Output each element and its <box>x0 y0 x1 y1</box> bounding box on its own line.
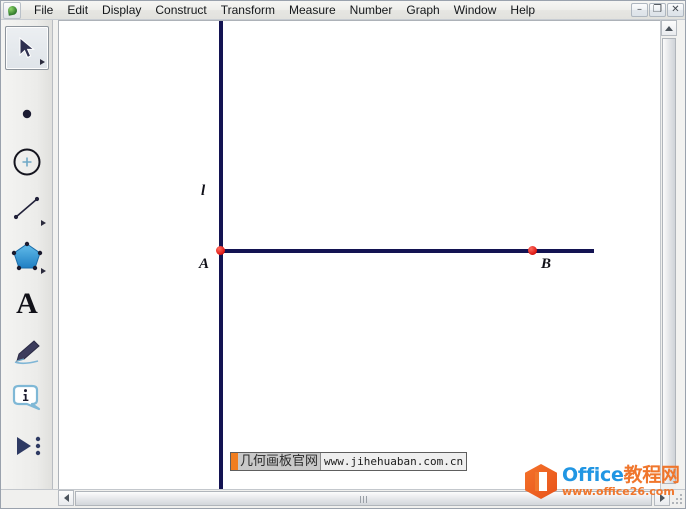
circle-compass-icon <box>5 140 49 184</box>
label-point-a[interactable]: A <box>199 257 209 272</box>
menu-item-measure[interactable]: Measure <box>282 2 343 19</box>
text-a-icon: A <box>5 282 49 326</box>
minimize-button[interactable]: – <box>631 3 648 17</box>
arrow-tool-flyout-icon[interactable] <box>40 59 45 65</box>
watermark-accent-bar <box>231 453 238 470</box>
restore-button[interactable]: ❐ <box>649 3 666 17</box>
window-controls: – ❐ ✕ <box>630 3 684 17</box>
close-icon: ✕ <box>671 4 680 15</box>
close-button[interactable]: ✕ <box>667 3 684 17</box>
minimize-icon: – <box>637 4 642 15</box>
horizontal-scrollbar[interactable] <box>58 490 685 507</box>
scroll-left-button[interactable] <box>58 490 74 506</box>
menu-item-number[interactable]: Number <box>343 2 400 19</box>
horizontal-scroll-thumb[interactable] <box>75 491 652 506</box>
polygon-tool-flyout-icon[interactable] <box>41 268 46 274</box>
custom-tool[interactable] <box>5 424 49 468</box>
point-b[interactable] <box>528 246 537 255</box>
chevron-left-icon <box>63 494 69 502</box>
site-watermark: 几何画板官网 www.jihehuaban.com.cn <box>230 452 468 471</box>
menu-bar: File Edit Display Construct Transform Me… <box>1 1 685 20</box>
marker-pen-icon <box>5 330 49 374</box>
text-tool-label: A <box>16 287 38 320</box>
geometers-sketchpad-window: File Edit Display Construct Transform Me… <box>0 0 686 509</box>
information-tool[interactable] <box>5 376 49 420</box>
label-point-b[interactable]: B <box>541 257 551 272</box>
restore-icon: ❐ <box>653 4 662 15</box>
vertical-scroll-thumb[interactable] <box>662 38 676 484</box>
compass-circle-tool[interactable] <box>5 140 49 184</box>
geometers-sketchpad-icon <box>3 1 21 19</box>
line-l[interactable] <box>219 21 223 489</box>
watermark-url: www.jihehuaban.com.cn <box>321 453 467 470</box>
point-tool[interactable] <box>5 92 49 136</box>
chevron-up-icon <box>665 25 673 31</box>
sketch-canvas[interactable]: l A B 几何画板官网 www.jihehuaban.com.cn <box>58 20 661 490</box>
menu-item-transform[interactable]: Transform <box>214 2 282 19</box>
menu-items: File Edit Display Construct Transform Me… <box>27 2 630 19</box>
straightedge-tool-flyout-icon[interactable] <box>41 220 46 226</box>
info-bubble-icon <box>5 376 49 420</box>
point-icon <box>5 92 49 136</box>
scroll-right-button[interactable] <box>654 490 670 506</box>
marker-tool[interactable] <box>5 330 49 374</box>
menu-item-file[interactable]: File <box>27 2 60 19</box>
arrow-select-tool[interactable] <box>5 26 49 70</box>
scroll-up-button[interactable] <box>661 20 677 36</box>
toolbox: A <box>1 20 53 490</box>
segment-ab[interactable] <box>219 249 594 253</box>
menu-item-construct[interactable]: Construct <box>148 2 213 19</box>
play-triangle-dots-icon <box>5 424 49 468</box>
label-line-l[interactable]: l <box>201 184 205 199</box>
text-tool[interactable]: A <box>5 282 49 326</box>
chevron-right-icon <box>659 494 665 502</box>
menu-item-display[interactable]: Display <box>95 2 148 19</box>
point-a[interactable] <box>216 246 225 255</box>
straightedge-tool[interactable] <box>5 186 49 230</box>
menu-item-window[interactable]: Window <box>447 2 504 19</box>
menu-item-graph[interactable]: Graph <box>399 2 446 19</box>
scroll-thumb-grip-icon <box>359 496 368 503</box>
resize-grip-icon[interactable] <box>670 493 684 507</box>
polygon-tool[interactable] <box>5 234 49 278</box>
menu-item-help[interactable]: Help <box>503 2 542 19</box>
watermark-cn-text: 几何画板官网 <box>238 453 322 470</box>
vertical-scrollbar[interactable] <box>660 20 677 490</box>
menu-item-edit[interactable]: Edit <box>60 2 95 19</box>
